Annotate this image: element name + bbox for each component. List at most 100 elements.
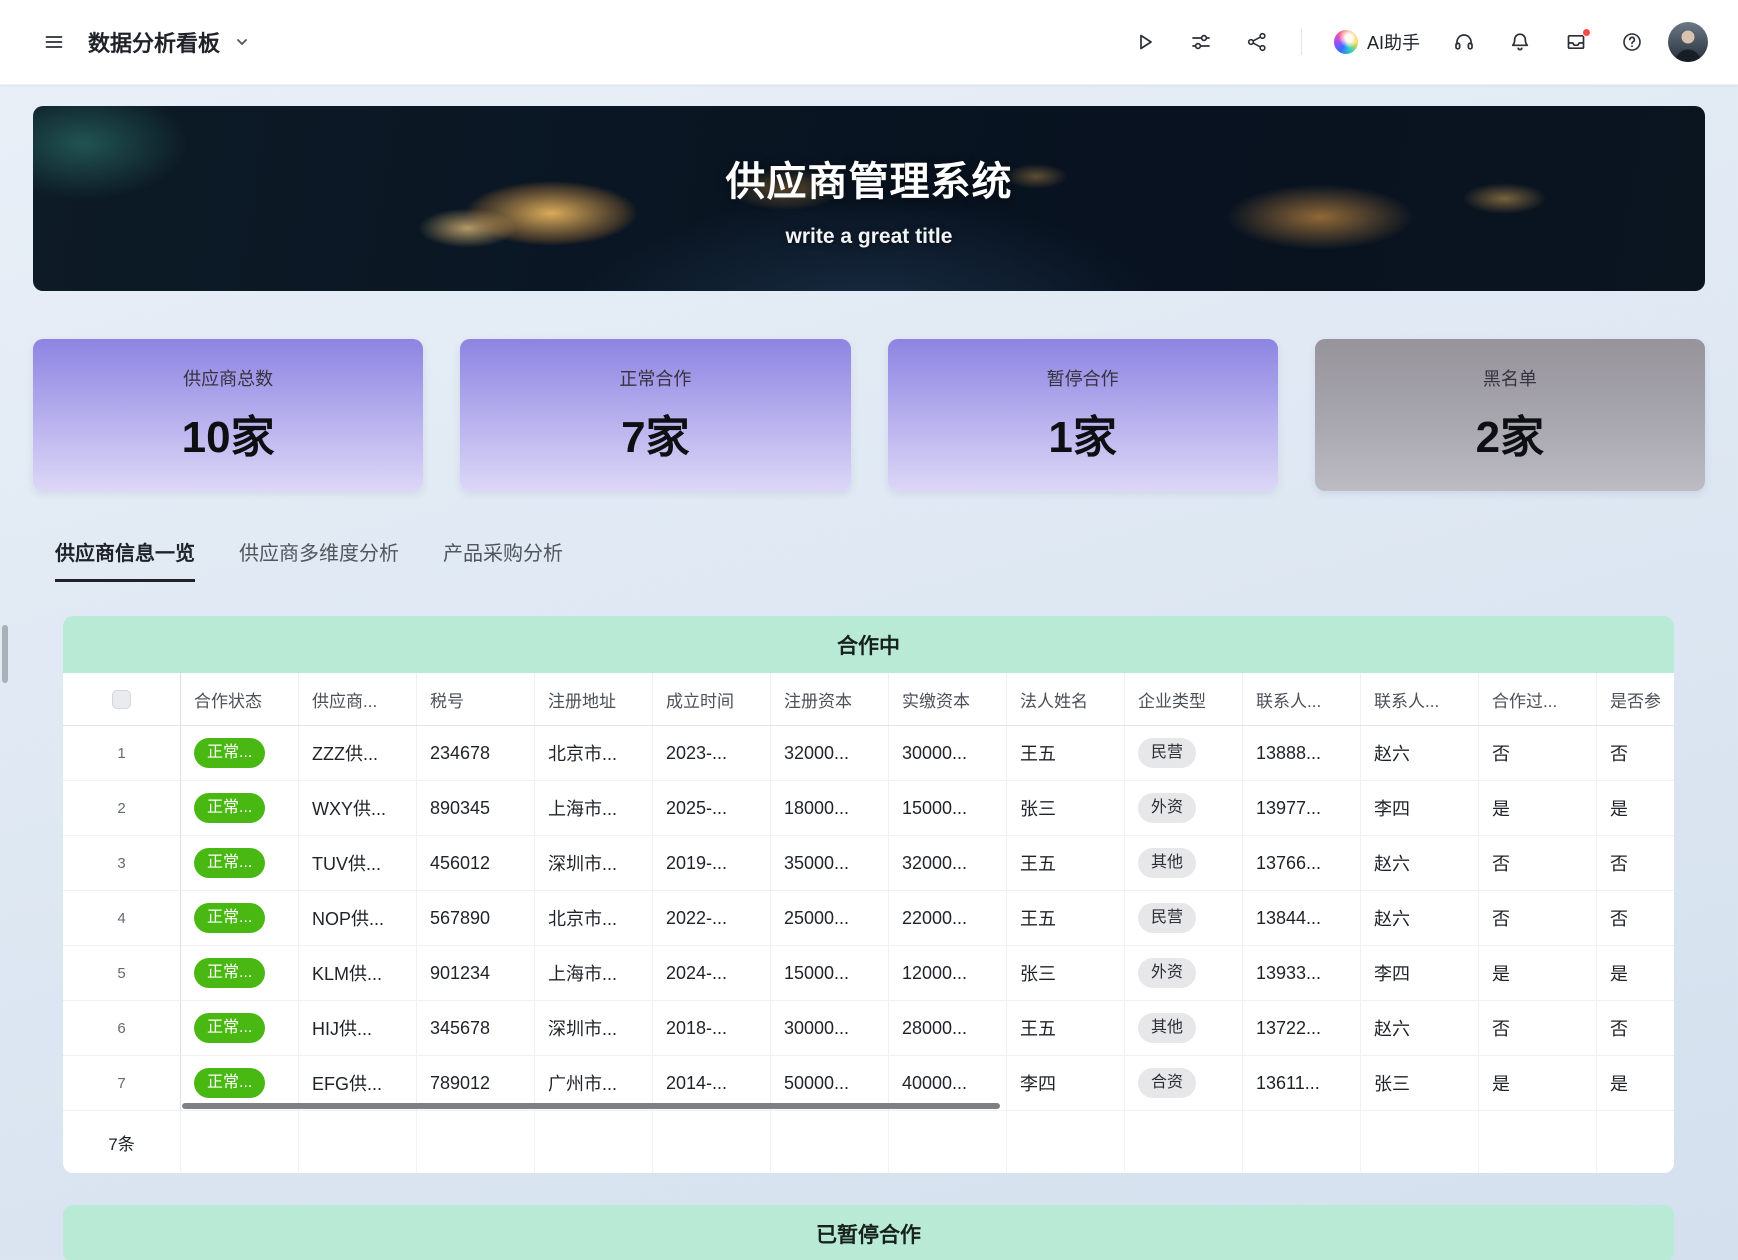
menu-icon[interactable] [34,22,74,62]
table-cell[interactable]: 正常... [181,781,299,835]
play-icon[interactable] [1125,22,1165,62]
table-cell[interactable]: 是 [1597,1056,1674,1110]
table-cell[interactable]: 正常... [181,1001,299,1055]
table-cell[interactable]: 40000... [889,1056,1007,1110]
headset-icon[interactable] [1444,22,1484,62]
table-cell[interactable]: 13611... [1243,1056,1361,1110]
table-cell[interactable]: TUV供... [299,836,417,890]
table-cell[interactable]: 李四 [1361,946,1479,1000]
chevron-down-icon[interactable] [234,34,250,50]
stat-card[interactable]: 供应商总数10家 [33,339,423,491]
table-cell[interactable]: 否 [1597,836,1674,890]
table-cell[interactable]: 李四 [1007,1056,1125,1110]
ai-assistant-button[interactable]: AI助手 [1326,23,1428,61]
table-cell[interactable]: 赵六 [1361,836,1479,890]
stat-card[interactable]: 黑名单2家 [1315,339,1705,491]
table-cell[interactable]: 否 [1479,1001,1597,1055]
table-cell[interactable]: 赵六 [1361,1001,1479,1055]
inbox-icon[interactable] [1556,22,1596,62]
table-cell[interactable]: 合资 [1125,1056,1243,1110]
table-cell[interactable]: 正常... [181,726,299,780]
table-cell[interactable]: 789012 [417,1056,535,1110]
table-cell[interactable]: 30000... [889,726,1007,780]
table-cell[interactable]: 王五 [1007,836,1125,890]
table-cell[interactable]: 567890 [417,891,535,945]
stat-card[interactable]: 正常合作7家 [460,339,850,491]
tab-item[interactable]: 供应商信息一览 [55,537,195,582]
notification-bell-icon[interactable] [1500,22,1540,62]
table-cell[interactable]: 张三 [1007,946,1125,1000]
table-cell[interactable]: 张三 [1361,1056,1479,1110]
table-cell[interactable]: 是 [1597,781,1674,835]
table-cell[interactable]: 正常... [181,836,299,890]
help-icon[interactable] [1612,22,1652,62]
table-cell[interactable]: 王五 [1007,891,1125,945]
table-cell[interactable]: 正常... [181,946,299,1000]
table-cell[interactable]: 234678 [417,726,535,780]
stat-card[interactable]: 暂停合作1家 [888,339,1278,491]
table-cell[interactable]: 否 [1479,836,1597,890]
table-cell[interactable]: 李四 [1361,781,1479,835]
tab-item[interactable]: 供应商多维度分析 [239,537,399,582]
table-cell[interactable]: ZZZ供... [299,726,417,780]
table-cell[interactable]: 外资 [1125,946,1243,1000]
table-cell[interactable]: 深圳市... [535,1001,653,1055]
table-cell[interactable]: 2018-... [653,1001,771,1055]
user-avatar[interactable] [1668,22,1708,62]
table-cell[interactable]: 北京市... [535,891,653,945]
share-icon[interactable] [1237,22,1277,62]
table-cell[interactable]: 35000... [771,836,889,890]
table-cell[interactable]: 正常... [181,891,299,945]
table-cell[interactable]: 民营 [1125,891,1243,945]
table-cell[interactable]: 否 [1597,891,1674,945]
table-cell[interactable]: 否 [1479,891,1597,945]
table-cell[interactable]: 13977... [1243,781,1361,835]
table-cell[interactable]: 是 [1479,781,1597,835]
horizontal-scrollbar[interactable] [182,1103,1000,1109]
table-cell[interactable]: 上海市... [535,781,653,835]
table-cell[interactable]: 22000... [889,891,1007,945]
table-cell[interactable]: 13844... [1243,891,1361,945]
table-cell[interactable]: 13933... [1243,946,1361,1000]
table-cell[interactable]: 赵六 [1361,891,1479,945]
table-cell[interactable]: 王五 [1007,1001,1125,1055]
table-cell[interactable]: HIJ供... [299,1001,417,1055]
vertical-scrollbar[interactable] [2,625,8,683]
table-cell[interactable]: 2014-... [653,1056,771,1110]
table-cell[interactable]: 32000... [889,836,1007,890]
select-all-checkbox[interactable] [112,690,131,709]
table-cell[interactable]: 13766... [1243,836,1361,890]
table-cell[interactable]: 28000... [889,1001,1007,1055]
table-cell[interactable]: 2023-... [653,726,771,780]
table-cell[interactable]: 是 [1597,946,1674,1000]
table-cell[interactable]: 456012 [417,836,535,890]
table-cell[interactable]: 是 [1479,1056,1597,1110]
table-cell[interactable]: 外资 [1125,781,1243,835]
table-cell[interactable]: 30000... [771,1001,889,1055]
table-cell[interactable]: 民营 [1125,726,1243,780]
table-cell[interactable]: 50000... [771,1056,889,1110]
table-cell[interactable]: 张三 [1007,781,1125,835]
table-cell[interactable]: 13888... [1243,726,1361,780]
table-cell[interactable]: 18000... [771,781,889,835]
table-cell[interactable]: 广州市... [535,1056,653,1110]
settings-sliders-icon[interactable] [1181,22,1221,62]
page-title[interactable]: 数据分析看板 [88,26,220,58]
table-cell[interactable]: 345678 [417,1001,535,1055]
table-cell[interactable]: 否 [1597,1001,1674,1055]
table-cell[interactable]: 正常... [181,1056,299,1110]
tab-item[interactable]: 产品采购分析 [443,537,563,582]
table-cell[interactable]: 2024-... [653,946,771,1000]
table-cell[interactable]: 其他 [1125,836,1243,890]
table-cell[interactable]: 12000... [889,946,1007,1000]
table-cell[interactable]: 北京市... [535,726,653,780]
table-cell[interactable]: 赵六 [1361,726,1479,780]
table-cell[interactable]: 2022-... [653,891,771,945]
table-cell[interactable]: 15000... [889,781,1007,835]
table-cell[interactable]: 其他 [1125,1001,1243,1055]
table-cell[interactable]: 深圳市... [535,836,653,890]
table-cell[interactable]: 901234 [417,946,535,1000]
table-cell[interactable]: 15000... [771,946,889,1000]
table-cell[interactable]: 否 [1597,726,1674,780]
table-cell[interactable]: 否 [1479,726,1597,780]
